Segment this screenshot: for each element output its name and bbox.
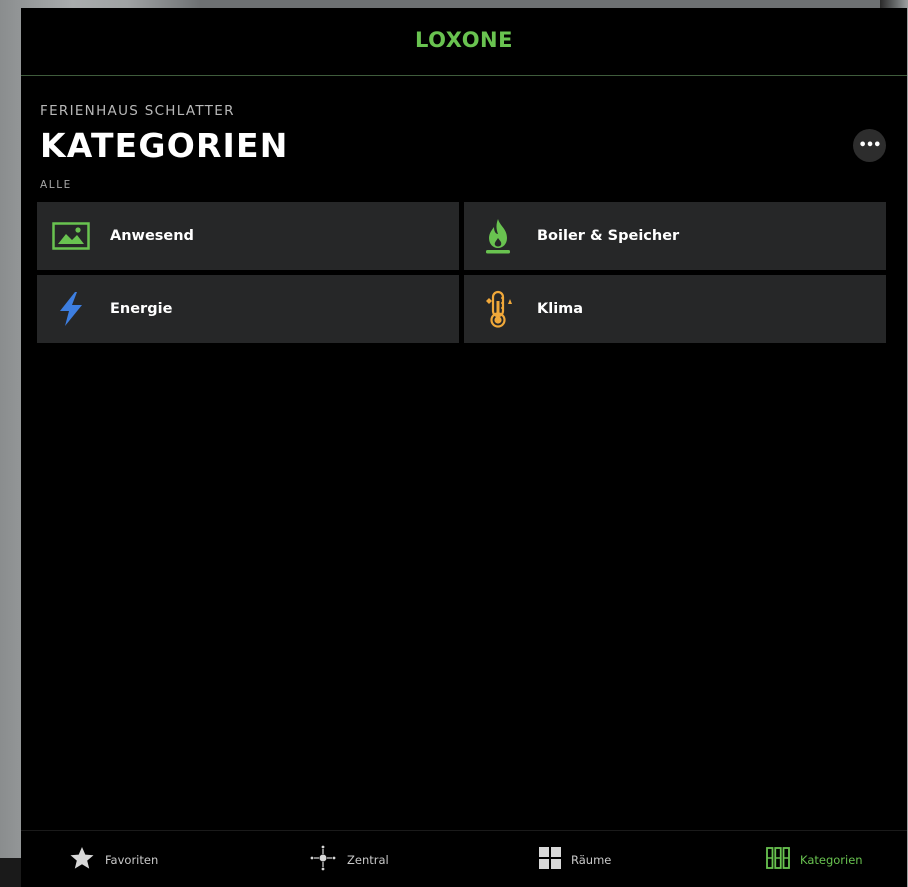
tab-label: Zentral xyxy=(347,852,389,867)
category-tile-anwesend[interactable]: Anwesend xyxy=(37,202,459,270)
category-label: Klima xyxy=(537,301,584,317)
tab-label: Favoriten xyxy=(105,852,159,867)
star-icon xyxy=(69,846,95,874)
category-label: Anwesend xyxy=(110,228,194,244)
central-hub-icon xyxy=(309,844,337,876)
loxone-logo: LOXONE xyxy=(415,27,513,52)
tab-kategorien[interactable]: Kategorien xyxy=(766,831,863,887)
category-tile-energie[interactable]: Energie xyxy=(37,275,459,343)
more-options-button[interactable]: ••• xyxy=(853,129,886,162)
app-window: LOXONE FERIENHAUS SCHLATTER KATEGORIEN A… xyxy=(21,8,907,887)
landscape-image-icon xyxy=(49,222,93,250)
tab-raeume[interactable]: Räume xyxy=(539,831,611,887)
category-tile-boiler-speicher[interactable]: Boiler & Speicher xyxy=(464,202,886,270)
bottom-tab-bar: Favoriten Zentral Räume Kategorien xyxy=(21,830,907,887)
house-name: FERIENHAUS SCHLATTER xyxy=(40,103,235,119)
category-label: Energie xyxy=(110,301,173,317)
flame-icon xyxy=(476,217,520,255)
app-header: LOXONE xyxy=(21,8,907,76)
thermometer-icon xyxy=(476,290,520,328)
tab-label: Kategorien xyxy=(800,852,863,867)
tab-label: Räume xyxy=(571,852,612,867)
page-title: KATEGORIEN xyxy=(40,126,289,165)
rooms-grid-icon xyxy=(539,846,561,873)
category-label: Boiler & Speicher xyxy=(537,228,680,244)
category-tile-klima[interactable]: Klima xyxy=(464,275,886,343)
tab-zentral[interactable]: Zentral xyxy=(309,831,389,887)
more-dots-icon: ••• xyxy=(858,138,882,153)
tab-favoriten[interactable]: Favoriten xyxy=(69,831,158,887)
categories-icon xyxy=(766,846,790,873)
lightning-bolt-icon xyxy=(49,291,93,327)
filter-label[interactable]: ALLE xyxy=(40,179,72,191)
